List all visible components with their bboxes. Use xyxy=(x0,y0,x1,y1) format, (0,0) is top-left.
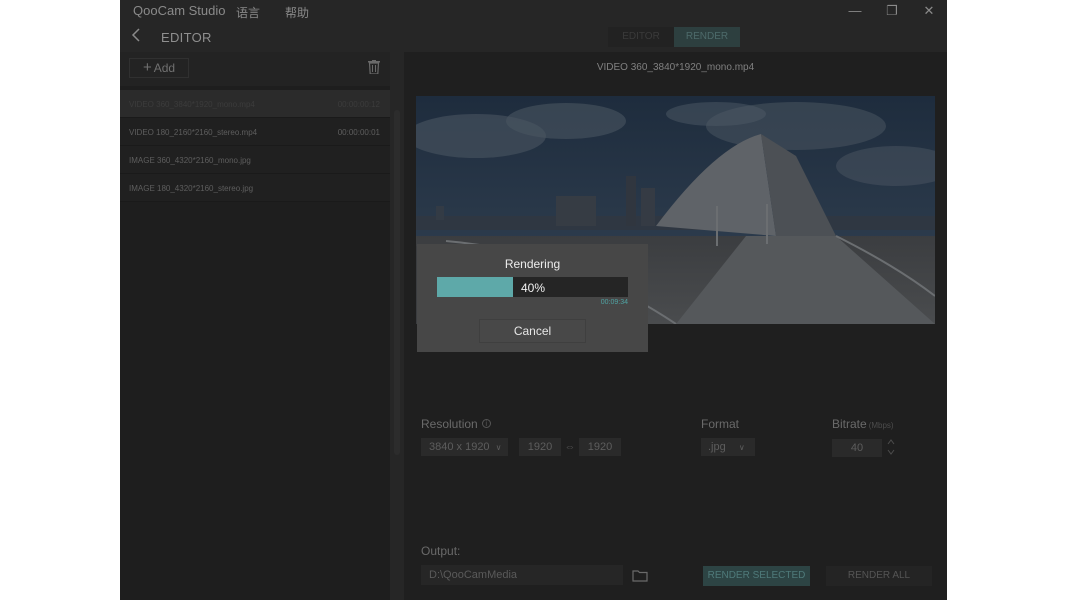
trash-icon[interactable] xyxy=(368,60,380,75)
file-list: VIDEO 360_3840*1920_mono.mp4 00:00:00:12… xyxy=(120,90,390,202)
resolution-select-value: 3840 x 1920 xyxy=(429,441,490,453)
file-duration: 00:00:00:01 xyxy=(337,128,380,137)
close-button[interactable]: ✕ xyxy=(918,2,940,20)
mode-tabs: EDITOR RENDER xyxy=(608,27,740,47)
output-path-input[interactable]: D:\QooCamMedia xyxy=(421,565,623,585)
back-arrow-icon[interactable] xyxy=(131,28,145,46)
info-icon[interactable]: i xyxy=(481,419,491,428)
restore-button[interactable]: ❐ xyxy=(881,2,903,20)
chevron-down-icon: ∨ xyxy=(738,443,745,452)
resolution-label: Resolution i xyxy=(421,417,491,431)
file-name: VIDEO 360_3840*1920_mono.mp4 xyxy=(129,100,255,109)
file-name: IMAGE 360_4320*2160_mono.jpg xyxy=(129,156,251,165)
file-list-item[interactable]: IMAGE 180_4320*2160_stereo.jpg xyxy=(120,174,390,202)
preview-file-title: VIDEO 360_3840*1920_mono.mp4 xyxy=(596,62,755,73)
file-toolbar: + Add xyxy=(120,52,390,86)
bitrate-unit: (Mbps) xyxy=(868,421,894,430)
render-time-remaining: 00:09:34 xyxy=(600,299,628,306)
page-title: EDITOR xyxy=(161,30,212,45)
folder-icon[interactable] xyxy=(632,569,648,582)
file-name: VIDEO 180_2160*2160_stereo.mp4 xyxy=(129,128,258,137)
rendering-dialog: Rendering 40% 00:09:34 Cancel xyxy=(417,244,648,352)
bitrate-stepper[interactable] xyxy=(887,438,895,456)
file-list-item[interactable]: VIDEO 180_2160*2160_stereo.mp4 00:00:00:… xyxy=(120,118,390,146)
render-all-button[interactable]: RENDER ALL xyxy=(826,566,932,586)
tab-editor[interactable]: EDITOR xyxy=(608,27,674,47)
aspect-link-icon[interactable]: ⇔ xyxy=(564,438,576,456)
title-bar: QooCam Studio 语言 帮助 — ❐ ✕ xyxy=(120,0,947,24)
file-duration: 00:00:00:12 xyxy=(337,100,380,109)
bitrate-label: Bitrate (Mbps) xyxy=(832,417,894,431)
add-button-label: Add xyxy=(153,61,176,75)
cancel-button[interactable]: Cancel xyxy=(479,319,586,343)
app-logo: QooCam Studio xyxy=(133,3,226,18)
format-select-value: .jpg xyxy=(708,441,726,453)
resolution-height-input[interactable]: 1920 xyxy=(579,438,621,456)
file-panel: + Add VIDEO 360_3840*1920_mono.mp4 00:00:… xyxy=(120,52,390,600)
file-list-scrollbar[interactable] xyxy=(394,110,400,455)
bitrate-input[interactable]: 40 xyxy=(832,439,882,457)
render-progress-text: 40% xyxy=(521,281,546,295)
bitrate-label-text: Bitrate xyxy=(832,417,867,431)
render-selected-button[interactable]: RENDER SELECTED xyxy=(703,566,810,586)
file-name: IMAGE 180_4320*2160_stereo.jpg xyxy=(129,184,254,193)
resolution-width-input[interactable]: 1920 xyxy=(519,438,561,456)
format-label: Format xyxy=(701,417,740,431)
tab-render[interactable]: RENDER xyxy=(674,27,740,47)
output-label: Output: xyxy=(421,544,461,558)
file-list-item[interactable]: IMAGE 360_4320*2160_mono.jpg xyxy=(120,146,390,174)
editor-header: EDITOR xyxy=(120,26,400,50)
file-list-item[interactable]: VIDEO 360_3840*1920_mono.mp4 00:00:00:12 xyxy=(120,90,390,118)
render-progress-bar: 40% xyxy=(437,277,628,297)
menu-help[interactable]: 帮助 xyxy=(285,4,309,21)
render-progress-fill xyxy=(437,277,514,297)
rendering-title: Rendering xyxy=(504,257,561,271)
format-select[interactable]: .jpg ∨ xyxy=(701,438,755,456)
plus-icon: + xyxy=(142,59,152,76)
minimize-button[interactable]: — xyxy=(844,2,866,20)
resolution-label-text: Resolution xyxy=(421,417,478,431)
menu-language[interactable]: 语言 xyxy=(236,4,260,21)
resolution-select[interactable]: 3840 x 1920 ∨ xyxy=(421,438,508,456)
chevron-down-icon: ∨ xyxy=(495,443,502,452)
add-button[interactable]: + Add xyxy=(129,58,189,78)
